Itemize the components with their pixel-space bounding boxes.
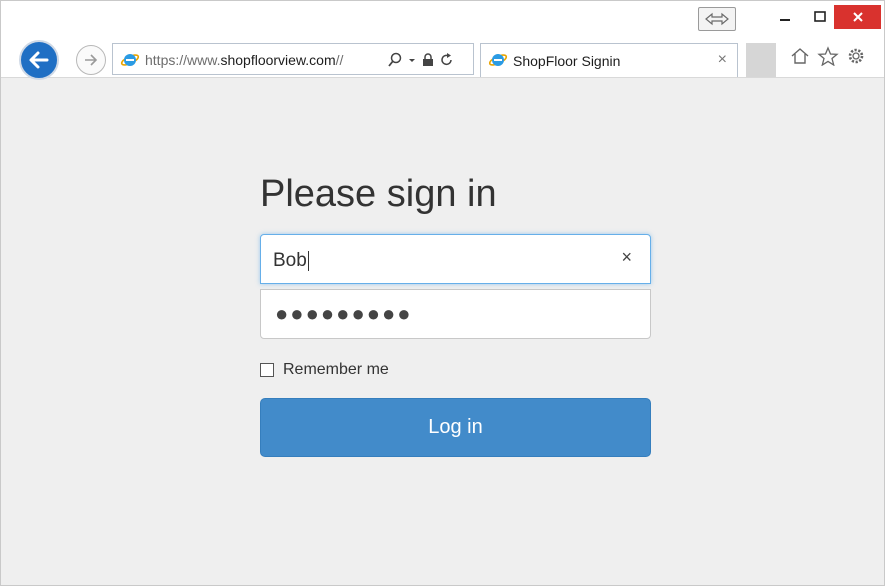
tab-close-button[interactable]: ×	[718, 51, 727, 69]
url-prefix: https://www.	[145, 52, 221, 68]
favorites-star-icon[interactable]	[817, 46, 839, 66]
back-arrow-icon	[29, 51, 49, 69]
ie-logo-icon	[120, 54, 140, 66]
lock-icon[interactable]	[421, 52, 435, 68]
search-icon[interactable]	[387, 52, 403, 68]
tab-title: ShopFloor Signin	[513, 53, 621, 69]
tab-ie-logo-icon	[488, 54, 508, 66]
browser-window: https://www.shopfloorview.com// ShopFloo…	[0, 0, 885, 586]
browser-chrome: https://www.shopfloorview.com// ShopFloo…	[1, 1, 884, 80]
address-bar[interactable]: https://www.shopfloorview.com//	[112, 43, 474, 75]
password-input[interactable]: ●●●●●●●●●	[260, 289, 651, 339]
url-domain: shopfloorview.com	[220, 52, 336, 68]
remember-me-label[interactable]: Remember me	[283, 361, 389, 379]
home-icon[interactable]	[789, 46, 811, 66]
minimize-button[interactable]	[769, 5, 801, 29]
address-bar-icons	[387, 49, 454, 71]
username-value: Bob	[273, 250, 309, 272]
minimize-icon	[780, 19, 790, 21]
dropdown-icon[interactable]	[408, 52, 416, 68]
address-url: https://www.shopfloorview.com//	[145, 52, 343, 68]
refresh-icon[interactable]	[440, 52, 454, 68]
page-title: Please sign in	[260, 173, 497, 215]
remember-me-row: Remember me	[260, 361, 389, 379]
maximize-button[interactable]	[806, 5, 834, 29]
close-icon	[852, 12, 863, 22]
maximize-icon	[814, 11, 826, 22]
settings-gear-icon[interactable]	[845, 46, 867, 66]
username-input[interactable]: Bob ×	[260, 234, 651, 284]
text-caret	[307, 250, 309, 271]
compatibility-view-button[interactable]	[698, 7, 736, 31]
compatibility-icon	[705, 12, 729, 26]
password-masked-value: ●●●●●●●●●	[275, 301, 413, 326]
remember-me-checkbox[interactable]	[260, 363, 274, 377]
close-window-button[interactable]	[834, 5, 881, 29]
forward-button[interactable]	[76, 45, 106, 75]
login-button[interactable]: Log in	[260, 398, 651, 457]
back-button[interactable]	[19, 40, 59, 80]
username-text: Bob	[273, 250, 307, 271]
url-suffix: //	[335, 52, 344, 68]
tab-shopfloor-signin[interactable]: ShopFloor Signin ×	[480, 43, 738, 77]
clear-input-button[interactable]: ×	[621, 247, 632, 268]
toolbar-icons	[789, 46, 867, 66]
forward-arrow-icon	[85, 54, 98, 66]
new-tab-button[interactable]	[746, 43, 776, 77]
